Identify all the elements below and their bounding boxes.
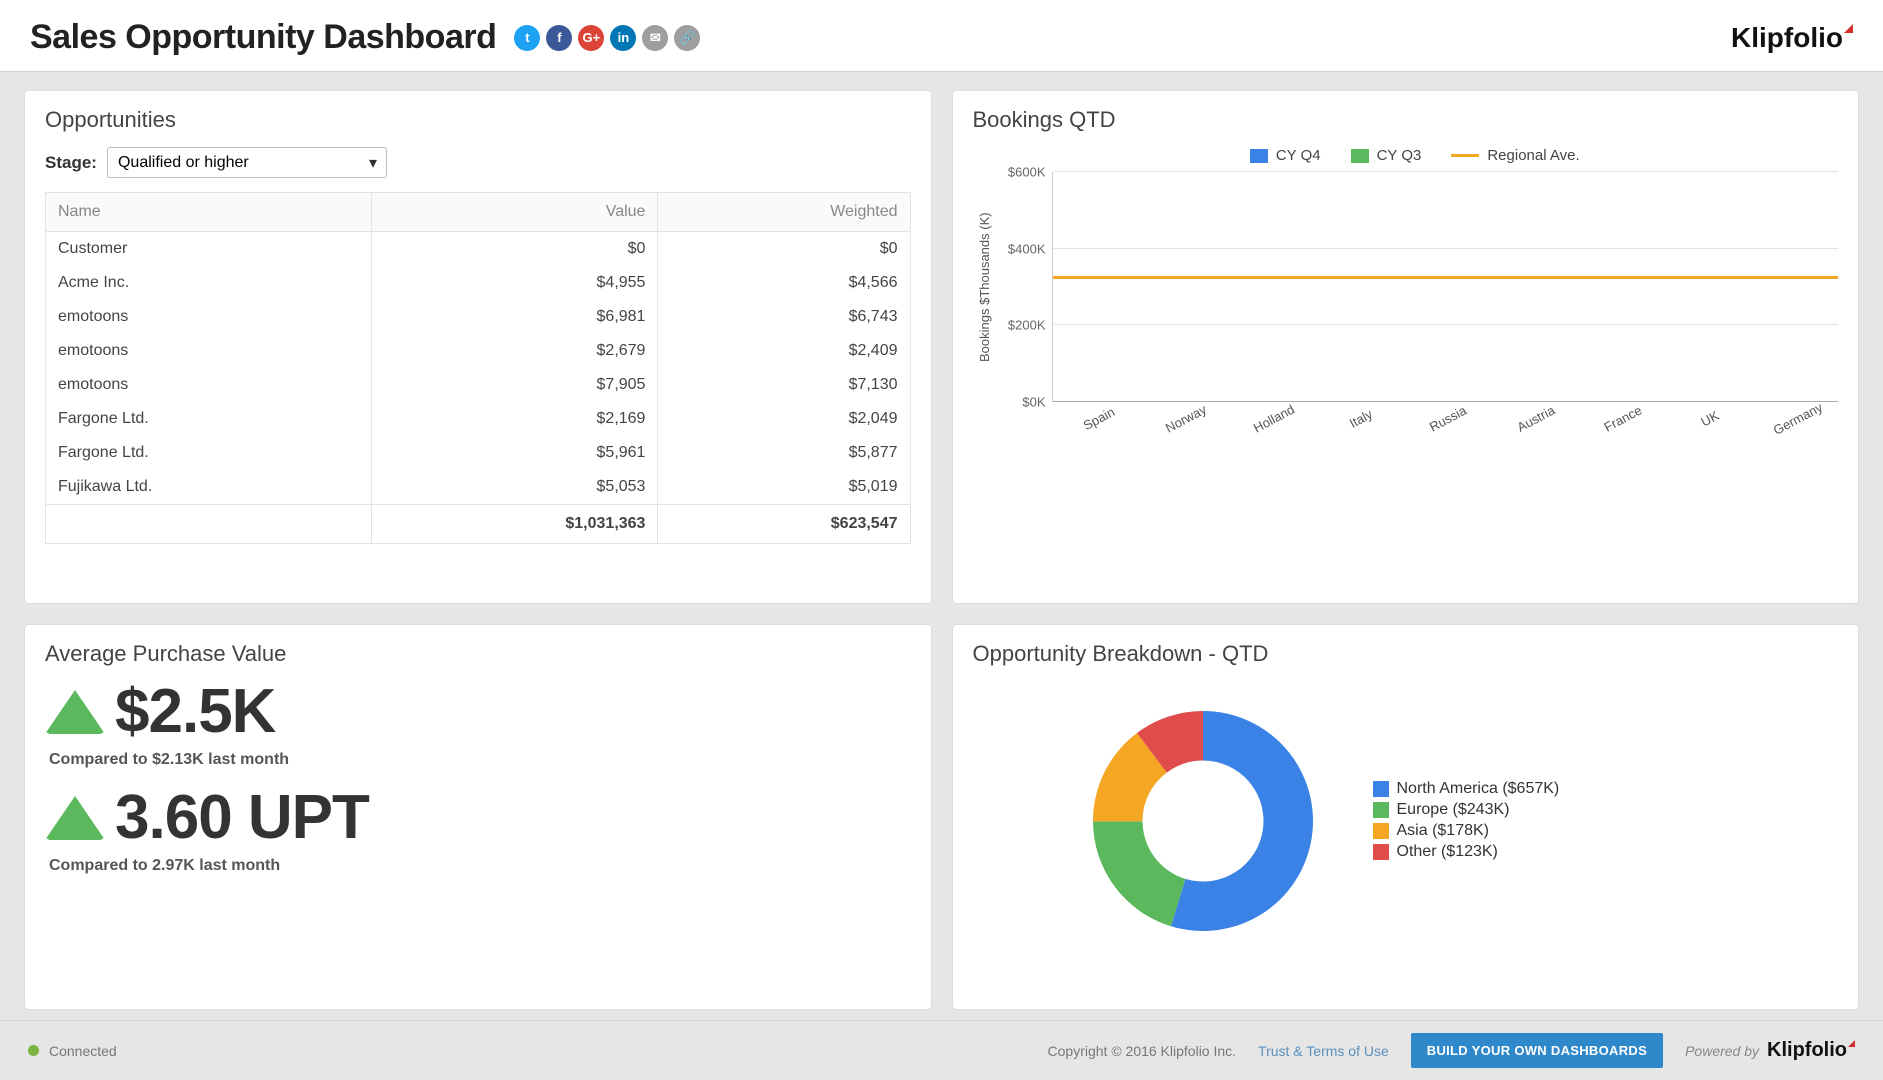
cell-name: Acme Inc.: [46, 266, 372, 300]
trend-up-icon: [45, 796, 105, 840]
cell-value: $7,905: [371, 368, 658, 402]
trend-up-icon: [45, 690, 105, 734]
build-dashboards-button[interactable]: BUILD YOUR OWN DASHBOARDS: [1411, 1033, 1663, 1068]
reference-line: [1053, 276, 1839, 279]
bookings-xaxis: SpainNorwayHollandItalyRussiaAustriaFran…: [1052, 402, 1839, 427]
table-row[interactable]: Fujikawa Ltd.$5,053$5,019: [46, 470, 911, 505]
apv-card: Average Purchase Value $2.5K Compared to…: [24, 624, 932, 1011]
col-name[interactable]: Name: [46, 193, 372, 232]
cell-name: Fargone Ltd.: [46, 436, 372, 470]
total-value: $1,031,363: [371, 505, 658, 544]
total-weighted: $623,547: [658, 505, 910, 544]
cell-name: emotoons: [46, 300, 372, 334]
powered-by-label: Powered by: [1685, 1043, 1759, 1059]
cell-weighted: $5,019: [658, 470, 910, 505]
table-row[interactable]: Acme Inc.$4,955$4,566: [46, 266, 911, 300]
email-icon[interactable]: ✉: [642, 25, 668, 51]
cell-name: Fujikawa Ltd.: [46, 470, 372, 505]
legend-item[interactable]: Regional Ave.: [1451, 147, 1579, 164]
col-value[interactable]: Value: [371, 193, 658, 232]
legend-item[interactable]: Europe ($243K): [1373, 801, 1560, 819]
cell-weighted: $0: [658, 232, 910, 267]
x-tick: Norway: [1151, 395, 1221, 441]
apv-compare-1: Compared to $2.13K last month: [49, 751, 911, 769]
x-tick: France: [1588, 395, 1658, 441]
cell-value: $5,961: [371, 436, 658, 470]
legend-item[interactable]: CY Q4: [1250, 147, 1321, 164]
table-row[interactable]: Customer$0$0: [46, 232, 911, 267]
cell-weighted: $2,049: [658, 402, 910, 436]
dashboard-grid: Opportunities Stage: Qualified or higher…: [0, 72, 1883, 1020]
bookings-ylabel: Bookings $Thousands (K): [973, 147, 992, 427]
apv-value-2: 3.60 UPT: [115, 787, 369, 849]
facebook-icon[interactable]: f: [546, 25, 572, 51]
cell-name: emotoons: [46, 334, 372, 368]
bookings-plot: $0K$200K$400K$600K: [992, 172, 1839, 402]
brand-logo-small: Klipfolio: [1767, 1039, 1855, 1062]
breakdown-card: Opportunity Breakdown - QTD North Americ…: [952, 624, 1860, 1011]
cell-weighted: $2,409: [658, 334, 910, 368]
googleplus-icon[interactable]: G+: [578, 25, 604, 51]
cell-weighted: $5,877: [658, 436, 910, 470]
legend-item[interactable]: Other ($123K): [1373, 843, 1560, 861]
cell-value: $6,981: [371, 300, 658, 334]
apv-value-1: $2.5K: [115, 681, 275, 743]
opportunities-title: Opportunities: [45, 107, 911, 133]
connected-label: Connected: [49, 1043, 117, 1059]
cell-weighted: $6,743: [658, 300, 910, 334]
cell-value: $4,955: [371, 266, 658, 300]
cell-name: emotoons: [46, 368, 372, 402]
x-tick: Austria: [1501, 395, 1571, 441]
apv-compare-2: Compared to 2.97K last month: [49, 857, 911, 875]
table-row[interactable]: emotoons$2,679$2,409: [46, 334, 911, 368]
twitter-icon[interactable]: t: [514, 25, 540, 51]
breakdown-legend: North America ($657K) Europe ($243K) Asia …: [1373, 777, 1560, 864]
breakdown-title: Opportunity Breakdown - QTD: [973, 641, 1839, 667]
x-tick: Spain: [1064, 395, 1134, 441]
x-tick: UK: [1676, 395, 1746, 441]
cell-weighted: $4,566: [658, 266, 910, 300]
bookings-legend: CY Q4 CY Q3 Regional Ave.: [992, 147, 1839, 164]
page-title: Sales Opportunity Dashboard: [30, 18, 496, 57]
x-tick: Holland: [1239, 395, 1309, 441]
bookings-title: Bookings QTD: [973, 107, 1839, 133]
terms-link[interactable]: Trust & Terms of Use: [1258, 1043, 1389, 1059]
x-tick: Russia: [1413, 395, 1483, 441]
connected-indicator-icon: [28, 1045, 39, 1056]
apv-title: Average Purchase Value: [45, 641, 911, 667]
legend-item[interactable]: Asia ($178K): [1373, 822, 1560, 840]
opportunities-table: Name Value Weighted Customer$0$0Acme Inc…: [45, 192, 911, 544]
footer-bar: Connected Copyright © 2016 Klipfolio Inc…: [0, 1020, 1883, 1080]
share-icons: tfG+in✉🔗: [514, 25, 700, 51]
table-row[interactable]: Fargone Ltd.$2,169$2,049: [46, 402, 911, 436]
col-weighted[interactable]: Weighted: [658, 193, 910, 232]
linkedin-icon[interactable]: in: [610, 25, 636, 51]
donut-slice[interactable]: [1093, 821, 1185, 926]
brand-logo: Klipfolio: [1731, 22, 1853, 54]
cell-weighted: $7,130: [658, 368, 910, 402]
copyright-text: Copyright © 2016 Klipfolio Inc.: [1048, 1043, 1237, 1059]
cell-value: $2,169: [371, 402, 658, 436]
stage-select[interactable]: Qualified or higher: [107, 147, 387, 178]
table-row[interactable]: emotoons$7,905$7,130: [46, 368, 911, 402]
opportunities-card: Opportunities Stage: Qualified or higher…: [24, 90, 932, 604]
cell-value: $5,053: [371, 470, 658, 505]
x-tick: Germany: [1763, 395, 1833, 441]
breakdown-donut: [1073, 691, 1333, 951]
legend-item[interactable]: CY Q3: [1351, 147, 1422, 164]
cell-name: Customer: [46, 232, 372, 267]
bookings-card: Bookings QTD Bookings $Thousands (K) CY …: [952, 90, 1860, 604]
cell-value: $0: [371, 232, 658, 267]
x-tick: Italy: [1326, 395, 1396, 441]
stage-label: Stage:: [45, 153, 97, 173]
cell-value: $2,679: [371, 334, 658, 368]
top-bar: Sales Opportunity Dashboard tfG+in✉🔗 Kli…: [0, 0, 1883, 72]
table-row[interactable]: emotoons$6,981$6,743: [46, 300, 911, 334]
cell-name: Fargone Ltd.: [46, 402, 372, 436]
table-row[interactable]: Fargone Ltd.$5,961$5,877: [46, 436, 911, 470]
link-icon[interactable]: 🔗: [674, 25, 700, 51]
legend-item[interactable]: North America ($657K): [1373, 780, 1560, 798]
